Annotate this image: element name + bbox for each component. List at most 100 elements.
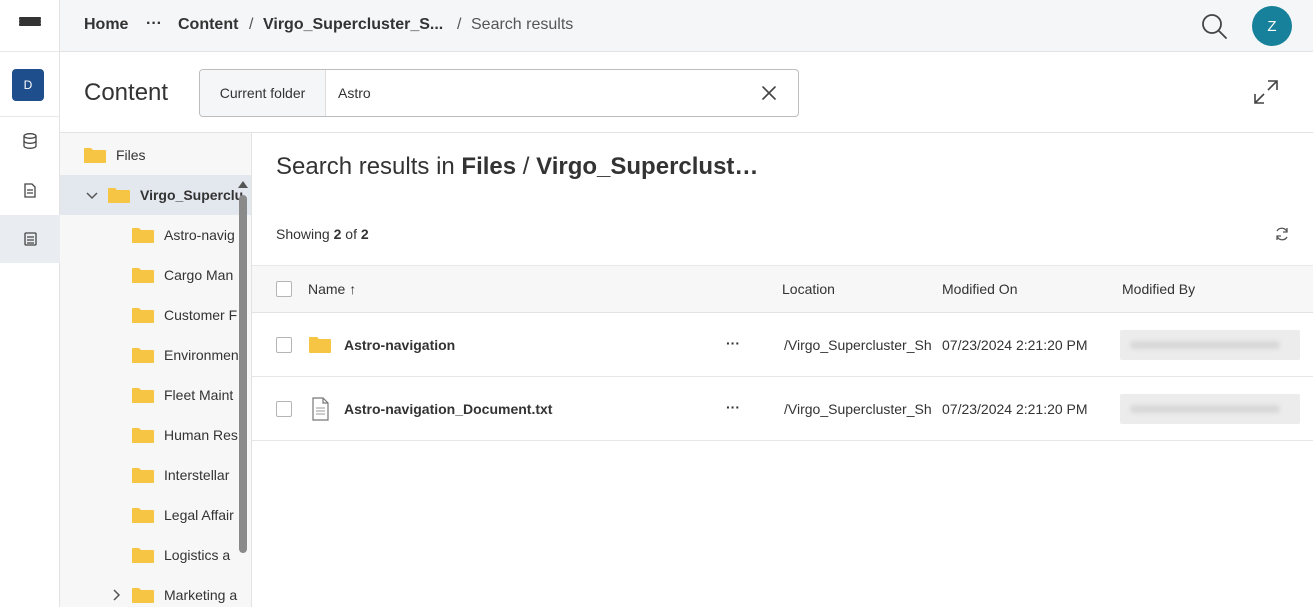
folder-icon xyxy=(132,468,154,483)
page-title: Content xyxy=(84,79,169,106)
row-modified-on: 07/23/2024 2:21:20 PM xyxy=(942,337,1088,353)
breadcrumb-separator: / xyxy=(457,16,462,33)
row-modified-on: 07/23/2024 2:21:20 PM xyxy=(942,401,1088,417)
search-icon[interactable] xyxy=(1200,12,1228,40)
tree-item-label: Interstellar xyxy=(164,467,230,483)
folder-icon xyxy=(132,348,154,363)
tree-item-virgo-supercluster[interactable]: Virgo_Superclu xyxy=(60,175,251,215)
results-count: Showing 2 of 2 xyxy=(276,226,369,242)
results-title-prefix: Search results in xyxy=(276,153,455,180)
tree-item-child[interactable]: Logistics a xyxy=(60,535,238,575)
results-title-separator: / xyxy=(522,153,530,180)
hamburger-icon xyxy=(19,16,41,35)
top-bar: Home ··· Content / Virgo_Supercluster_S.… xyxy=(60,0,1313,52)
search-input[interactable] xyxy=(338,80,738,106)
chevron-right-icon[interactable] xyxy=(110,589,122,601)
tree-item-child[interactable]: Fleet Maint xyxy=(60,375,238,415)
tree-item-label: Marketing a xyxy=(164,587,238,603)
row-checkbox[interactable] xyxy=(276,337,292,353)
column-modified-on[interactable]: Modified On xyxy=(942,281,1017,297)
table-row[interactable]: Astro-navigation ··· /Virgo_Supercluster… xyxy=(252,313,1313,377)
tree-item-child[interactable]: Cargo Man xyxy=(60,255,238,295)
tree-item-child[interactable]: Astro-navig xyxy=(60,215,238,255)
column-name[interactable]: Name ↑ xyxy=(308,281,356,297)
select-all-checkbox[interactable] xyxy=(276,281,292,297)
results-title-folder[interactable]: Virgo_Superclust… xyxy=(536,153,758,180)
tree-item-child[interactable]: Human Res xyxy=(60,415,238,455)
folder-icon xyxy=(132,548,154,563)
file-icon xyxy=(312,397,329,421)
column-location[interactable]: Location xyxy=(782,281,835,297)
menu-button[interactable] xyxy=(0,0,60,52)
search-scope-dropdown[interactable]: Current folder xyxy=(200,70,326,116)
tree-item-label: Logistics a xyxy=(164,547,231,563)
breadcrumb-separator: / xyxy=(249,16,254,33)
tree-item-files[interactable]: Files xyxy=(60,135,238,175)
search-box: Current folder xyxy=(199,69,799,117)
breadcrumb-more[interactable]: ··· xyxy=(146,15,162,33)
tree-item-child[interactable]: Customer F xyxy=(60,295,238,335)
rail-item-database[interactable] xyxy=(0,117,60,165)
table-header: Name ↑ Location Modified On Modified By xyxy=(252,265,1313,313)
row-more-button[interactable]: ··· xyxy=(722,399,744,419)
folder-tree: Files Virgo_Superclu Astro-navig Cargo M… xyxy=(60,133,252,607)
search-results-pane: Search results in Files / Virgo_Superclu… xyxy=(252,133,1313,607)
showing-count: 2 xyxy=(333,226,342,242)
refresh-icon[interactable] xyxy=(1274,226,1290,242)
tree-item-label: Files xyxy=(116,147,146,163)
row-location: /Virgo_Supercluster_Sh xyxy=(784,337,932,353)
content-header: Content Current folder xyxy=(60,52,1313,133)
tree-item-label: Fleet Maint xyxy=(164,387,234,403)
tree-scrollbar[interactable] xyxy=(239,195,247,553)
rail-item-content[interactable] xyxy=(0,215,60,263)
row-modified-by-redacted xyxy=(1120,330,1300,360)
row-location: /Virgo_Supercluster_Sh xyxy=(784,401,932,417)
tree-item-child[interactable]: Legal Affair xyxy=(60,495,238,535)
folder-icon xyxy=(132,388,154,403)
folder-icon xyxy=(84,148,106,163)
rail-item-document[interactable] xyxy=(0,166,60,214)
tree-item-label: Human Res xyxy=(164,427,238,443)
folder-icon xyxy=(132,268,154,283)
folder-icon xyxy=(132,508,154,523)
row-checkbox[interactable] xyxy=(276,401,292,417)
tree-item-child[interactable]: Marketing a xyxy=(60,575,238,607)
breadcrumb-current: Search results xyxy=(471,16,574,33)
results-title-files[interactable]: Files xyxy=(461,153,516,180)
column-modified-by[interactable]: Modified By xyxy=(1122,281,1195,297)
expand-icon[interactable] xyxy=(1252,78,1280,106)
breadcrumb-content[interactable]: Content xyxy=(178,16,238,34)
workspace-badge[interactable]: D xyxy=(12,69,44,101)
showing-label: Showing xyxy=(276,226,330,242)
row-more-button[interactable]: ··· xyxy=(722,335,744,355)
row-name[interactable]: Astro-navigation xyxy=(344,337,455,353)
breadcrumb-home[interactable]: Home xyxy=(84,16,128,34)
showing-of: of xyxy=(345,226,357,242)
results-title: Search results in Files / Virgo_Superclu… xyxy=(276,153,758,181)
tree-item-label: Virgo_Superclu xyxy=(140,187,244,203)
breadcrumb-folder[interactable]: Virgo_Supercluster_S... xyxy=(263,16,443,34)
chevron-down-icon[interactable] xyxy=(86,189,98,201)
tree-item-label: Legal Affair xyxy=(164,507,234,523)
folder-icon xyxy=(132,308,154,323)
left-rail: D xyxy=(0,0,60,607)
scroll-up-arrow[interactable] xyxy=(238,181,248,188)
database-icon xyxy=(23,133,37,149)
folder-icon xyxy=(108,188,130,203)
tree-item-child[interactable]: Environmen xyxy=(60,335,238,375)
tree-item-label: Cargo Man xyxy=(164,267,234,283)
column-name-label: Name xyxy=(308,281,346,297)
folder-icon xyxy=(132,228,154,243)
row-modified-by-redacted xyxy=(1120,394,1300,424)
user-avatar[interactable]: Z xyxy=(1252,6,1292,46)
table-row[interactable]: Astro-navigation_Document.txt ··· /Virgo… xyxy=(252,377,1313,441)
tree-item-label: Environmen xyxy=(164,347,238,363)
folder-icon xyxy=(132,428,154,443)
close-icon[interactable] xyxy=(760,84,778,102)
tree-item-label: Astro-navig xyxy=(164,227,235,243)
tree-item-child[interactable]: Interstellar xyxy=(60,455,238,495)
sort-ascending-icon: ↑ xyxy=(349,281,357,297)
row-name[interactable]: Astro-navigation_Document.txt xyxy=(344,401,552,417)
showing-total: 2 xyxy=(360,226,369,242)
folder-icon xyxy=(309,337,331,353)
